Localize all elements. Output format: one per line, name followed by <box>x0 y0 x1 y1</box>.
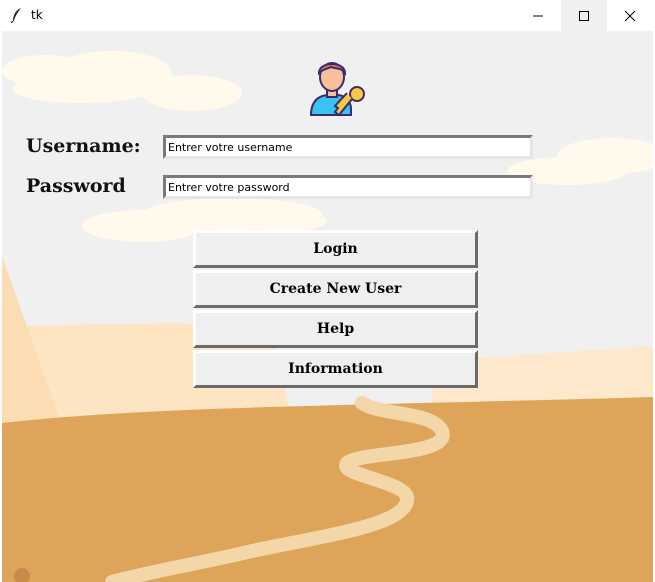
maximize-button[interactable] <box>561 0 607 31</box>
password-label: Password <box>26 175 126 197</box>
title-bar: tk <box>0 0 655 31</box>
username-label: Username: <box>26 135 141 157</box>
minimize-button[interactable] <box>515 0 561 31</box>
create-new-user-button[interactable]: Create New User <box>193 270 478 308</box>
window-content: Username: Password Login Create New User… <box>2 31 653 582</box>
information-button[interactable]: Information <box>193 350 478 388</box>
maximize-icon <box>579 10 589 21</box>
window-title: tk <box>31 8 43 22</box>
password-input[interactable] <box>163 175 533 199</box>
user-key-icon <box>309 62 365 117</box>
username-input[interactable] <box>163 135 533 159</box>
login-button[interactable]: Login <box>193 230 478 268</box>
close-icon <box>624 10 636 21</box>
help-button[interactable]: Help <box>193 310 478 348</box>
desert-sand <box>2 397 653 582</box>
minimize-icon <box>533 15 543 16</box>
feather-icon <box>10 8 21 23</box>
close-button[interactable] <box>607 0 653 31</box>
